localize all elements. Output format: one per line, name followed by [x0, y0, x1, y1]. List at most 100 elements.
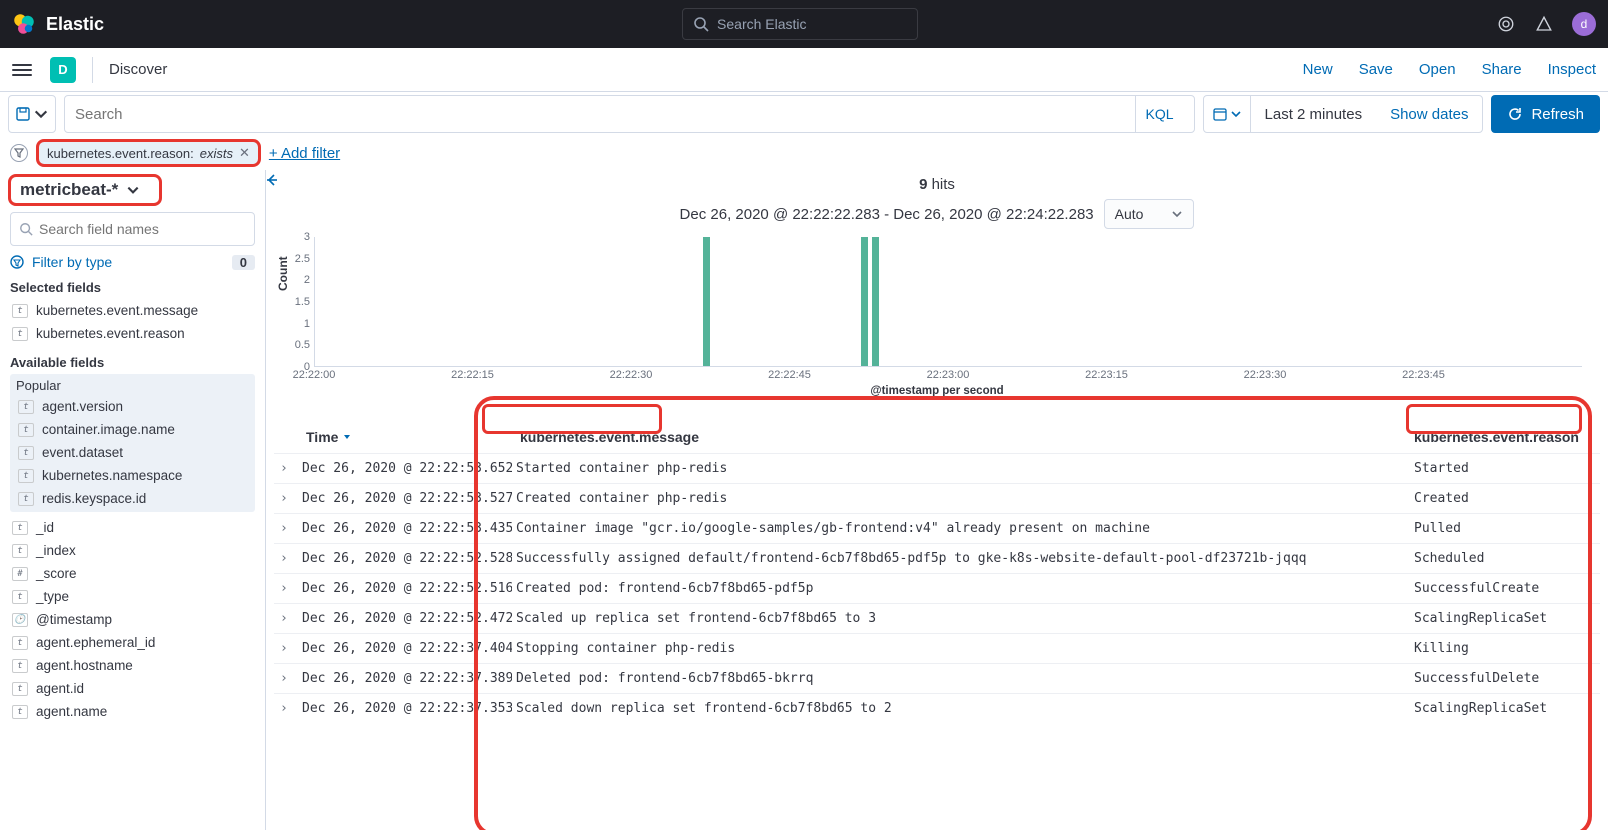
- histogram-chart[interactable]: Count 00.511.522.53 22:22:0022:22:1522:2…: [280, 235, 1594, 395]
- expand-row-icon[interactable]: ›: [280, 521, 302, 536]
- field-name: container.image.name: [42, 422, 175, 437]
- table-row[interactable]: › Dec 26, 2020 @ 22:22:53.527 Created co…: [274, 483, 1600, 513]
- expand-row-icon[interactable]: ›: [280, 491, 302, 506]
- histogram-interval-select[interactable]: Auto: [1104, 199, 1195, 229]
- kql-toggle[interactable]: KQL: [1135, 96, 1184, 132]
- close-icon[interactable]: ✕: [239, 145, 250, 161]
- documents-table: Time kubernetes.event.message kubernetes…: [274, 421, 1600, 723]
- field-name-input[interactable]: [39, 221, 246, 237]
- selected-fields-label: Selected fields: [10, 280, 255, 295]
- field-name: agent.version: [42, 399, 123, 414]
- table-row[interactable]: › Dec 26, 2020 @ 22:22:53.652 Started co…: [274, 453, 1600, 483]
- global-search-input[interactable]: Search Elastic: [682, 8, 918, 40]
- chevron-down-icon: [1230, 108, 1242, 120]
- table-row[interactable]: › Dec 26, 2020 @ 22:22:37.389 Deleted po…: [274, 663, 1600, 693]
- global-header: Elastic Search Elastic d: [0, 0, 1608, 48]
- table-row[interactable]: › Dec 26, 2020 @ 22:22:37.404 Stopping c…: [274, 633, 1600, 663]
- expand-row-icon[interactable]: ›: [280, 551, 302, 566]
- expand-row-icon[interactable]: ›: [280, 641, 302, 656]
- field-item[interactable]: t agent.version: [16, 395, 249, 418]
- field-item[interactable]: tagent.ephemeral_id: [10, 631, 255, 654]
- table-row[interactable]: › Dec 26, 2020 @ 22:22:52.516 Created po…: [274, 573, 1600, 603]
- filter-pill-kubernetes-event-reason[interactable]: kubernetes.event.reason: exists ✕: [38, 141, 259, 165]
- user-avatar[interactable]: d: [1572, 12, 1596, 36]
- field-item[interactable]: t_type: [10, 585, 255, 608]
- field-item[interactable]: #_score: [10, 562, 255, 585]
- new-button[interactable]: New: [1303, 61, 1333, 78]
- column-message[interactable]: kubernetes.event.message: [520, 429, 1414, 445]
- table-row[interactable]: › Dec 26, 2020 @ 22:22:53.435 Container …: [274, 513, 1600, 543]
- histogram-bar[interactable]: [872, 237, 879, 366]
- field-name: redis.keyspace.id: [42, 491, 146, 506]
- help-icon[interactable]: [1534, 14, 1554, 34]
- logo-group[interactable]: Elastic: [12, 12, 104, 36]
- field-item[interactable]: t agent.id: [10, 677, 255, 700]
- expand-row-icon[interactable]: ›: [280, 701, 302, 716]
- column-reason[interactable]: kubernetes.event.reason: [1414, 429, 1594, 445]
- discover-search-input[interactable]: [75, 106, 1135, 123]
- date-picker[interactable]: Last 2 minutes Show dates: [1203, 95, 1484, 133]
- saved-queries-button[interactable]: [8, 95, 56, 133]
- filter-icon: [10, 255, 24, 269]
- collapse-sidebar-icon[interactable]: [266, 172, 280, 191]
- filter-bar: kubernetes.event.reason: exists ✕ + Add …: [0, 136, 1608, 170]
- field-item[interactable]: tkubernetes.namespace: [16, 464, 249, 487]
- table-row[interactable]: › Dec 26, 2020 @ 22:22:52.472 Scaled up …: [274, 603, 1600, 633]
- save-button[interactable]: Save: [1359, 61, 1393, 78]
- filter-options-icon[interactable]: [10, 144, 28, 162]
- xtick: 22:22:15: [451, 369, 494, 381]
- search-icon: [693, 16, 709, 32]
- field-name: agent.id: [36, 681, 84, 696]
- header-right-icons: d: [1496, 12, 1596, 36]
- expand-row-icon[interactable]: ›: [280, 611, 302, 626]
- refresh-button[interactable]: Refresh: [1491, 95, 1600, 133]
- column-time[interactable]: Time: [306, 429, 516, 445]
- field-type-icon: t: [12, 590, 28, 604]
- field-type-icon: t: [12, 521, 28, 535]
- chevron-down-icon: [1171, 208, 1183, 220]
- field-item[interactable]: t_id: [10, 516, 255, 539]
- expand-row-icon[interactable]: ›: [280, 581, 302, 596]
- cell-time: Dec 26, 2020 @ 22:22:53.652: [302, 461, 512, 476]
- show-dates-button[interactable]: Show dates: [1376, 106, 1482, 123]
- field-item[interactable]: t redis.keyspace.id: [16, 487, 249, 510]
- field-type-icon: t: [18, 400, 34, 414]
- inspect-button[interactable]: Inspect: [1548, 61, 1596, 78]
- field-type-icon: t: [12, 682, 28, 696]
- add-filter-button[interactable]: + Add filter: [269, 145, 340, 162]
- xtick: 22:23:30: [1244, 369, 1287, 381]
- field-item[interactable]: tagent.name: [10, 700, 255, 723]
- histogram-bar[interactable]: [861, 237, 868, 366]
- field-item[interactable]: tcontainer.image.name: [16, 418, 249, 441]
- histogram-bar[interactable]: [703, 237, 710, 366]
- field-item[interactable]: 🕑@timestamp: [10, 608, 255, 631]
- field-item[interactable]: t_index: [10, 539, 255, 562]
- newsfeed-icon[interactable]: [1496, 14, 1516, 34]
- field-item[interactable]: tkubernetes.event.message: [10, 299, 255, 322]
- time-range-text: Dec 26, 2020 @ 22:22:22.283 - Dec 26, 20…: [680, 206, 1094, 223]
- share-button[interactable]: Share: [1482, 61, 1522, 78]
- cell-message: Started container php-redis: [512, 461, 1414, 476]
- field-name: _score: [36, 566, 77, 581]
- expand-row-icon[interactable]: ›: [280, 671, 302, 686]
- field-item[interactable]: tevent.dataset: [16, 441, 249, 464]
- space-badge[interactable]: D: [50, 57, 76, 83]
- index-pattern-selector[interactable]: metricbeat-*: [10, 176, 160, 204]
- cell-reason: Pulled: [1414, 521, 1594, 536]
- ytick: 1.5: [295, 296, 310, 308]
- field-type-icon: t: [18, 492, 34, 506]
- calendar-button[interactable]: [1204, 96, 1251, 132]
- field-item[interactable]: tagent.hostname: [10, 654, 255, 677]
- expand-row-icon[interactable]: ›: [280, 461, 302, 476]
- field-name: agent.name: [36, 704, 107, 719]
- nav-toggle-icon[interactable]: [12, 64, 32, 76]
- filter-by-type[interactable]: Filter by type 0: [10, 254, 255, 270]
- query-bar: KQL Last 2 minutes Show dates Refresh: [0, 92, 1608, 136]
- open-button[interactable]: Open: [1419, 61, 1456, 78]
- field-search-input[interactable]: [10, 212, 255, 246]
- search-icon: [19, 222, 33, 236]
- table-row[interactable]: › Dec 26, 2020 @ 22:22:37.353 Scaled dow…: [274, 693, 1600, 723]
- table-row[interactable]: › Dec 26, 2020 @ 22:22:52.528 Successful…: [274, 543, 1600, 573]
- field-name: agent.ephemeral_id: [36, 635, 155, 650]
- field-item[interactable]: tkubernetes.event.reason: [10, 322, 255, 345]
